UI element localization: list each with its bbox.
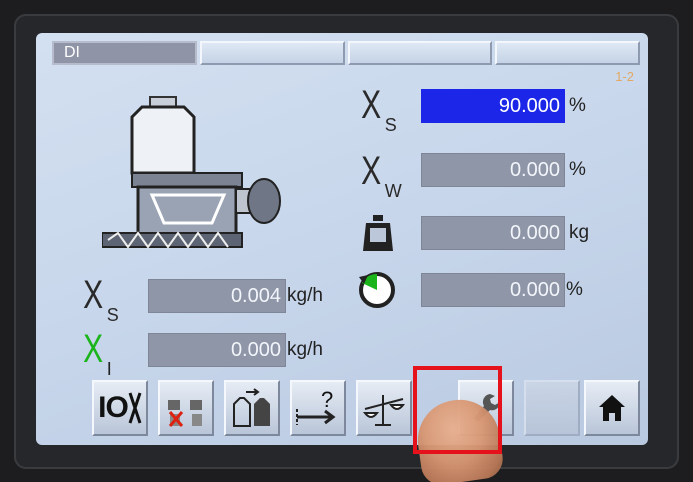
highlight-box: [413, 366, 502, 454]
xw-field[interactable]: 0.000: [421, 153, 565, 187]
tab-2[interactable]: [199, 41, 345, 65]
tab-bar: DI: [52, 41, 640, 69]
query-button[interactable]: ?: [290, 380, 346, 436]
weight-field[interactable]: 0.000: [421, 216, 565, 250]
tab-4[interactable]: [495, 41, 640, 65]
query-arrow-icon: ?: [296, 387, 336, 425]
weight-unit: kg: [569, 222, 590, 243]
motor-speed-icon: [359, 272, 395, 308]
feeder-machine-icon: [102, 96, 281, 249]
refill-disabled-icon: [168, 400, 202, 427]
io-slash-icon: [128, 392, 142, 424]
bottom-toolbar: IO ?: [40, 376, 644, 442]
scale-button[interactable]: [356, 380, 412, 436]
xs-flow-unit: kg/h: [287, 285, 323, 306]
xi-flow-unit: kg/h: [287, 339, 323, 360]
home-button[interactable]: [584, 380, 640, 436]
xs-symbol: XS: [361, 83, 397, 135]
xw-symbol: XW: [361, 149, 402, 201]
weight-icon: [363, 215, 393, 251]
blank-button: [524, 380, 580, 436]
refill-exchange-icon: [233, 388, 270, 427]
io-label: IO: [98, 391, 129, 424]
xs-flow-symbol: XS: [83, 273, 119, 325]
refill-exchange-button[interactable]: [224, 380, 280, 436]
io-toggle-button[interactable]: IO: [92, 380, 148, 436]
xs-flow-field[interactable]: 0.004: [148, 279, 286, 313]
xw-unit: %: [569, 159, 586, 180]
refill-disabled-button[interactable]: [158, 380, 214, 436]
home-icon: [599, 395, 625, 421]
xs-setpoint-unit: %: [569, 95, 586, 116]
page-indicator: 1-2: [615, 69, 634, 84]
motor-unit: %: [566, 279, 583, 300]
xs-setpoint-field[interactable]: 90.000: [421, 89, 565, 123]
svg-text:?: ?: [321, 387, 333, 412]
balance-scale-icon: [362, 395, 406, 426]
hmi-screen: DI 1-2 XS 90.000 % XW 0.000 % 0.000 kg 0…: [36, 33, 648, 445]
tab-3[interactable]: [347, 41, 493, 65]
motor-field[interactable]: 0.000: [421, 273, 565, 307]
xi-flow-field[interactable]: 0.000: [148, 333, 286, 367]
tab-di[interactable]: DI: [52, 41, 197, 65]
